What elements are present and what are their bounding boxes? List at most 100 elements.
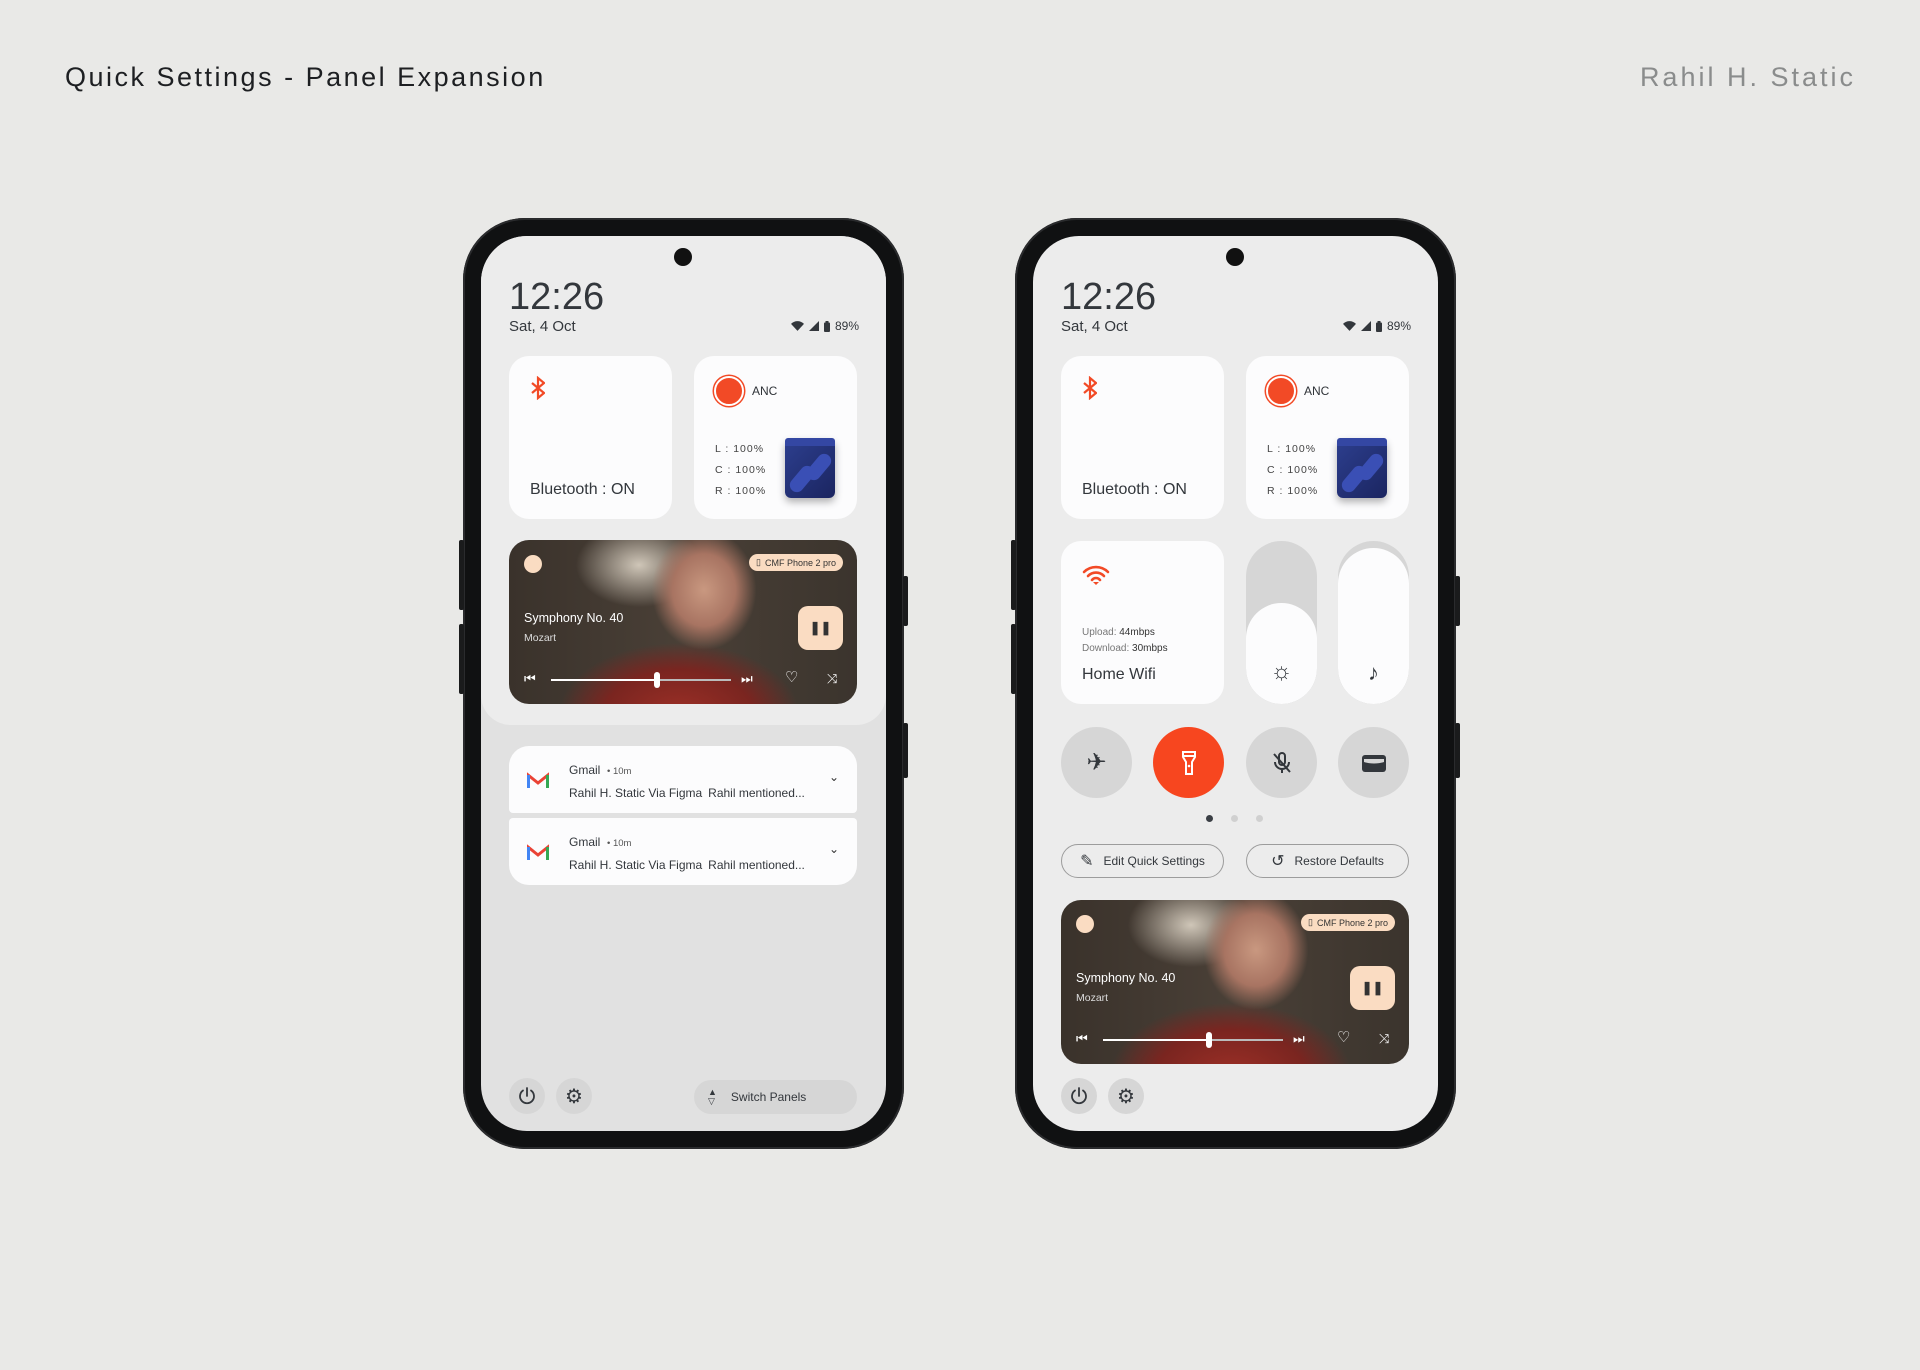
bluetooth-tile[interactable]: Bluetooth : ON [1061,356,1224,519]
battery-icon [823,320,830,332]
ear-icon [714,376,744,406]
signal-icon [1360,321,1371,331]
page-indicator[interactable] [1231,815,1238,822]
author-name: Rahil H. Static [1639,62,1856,92]
edit-quick-settings-button[interactable]: ✎ Edit Quick Settings [1061,844,1224,878]
wifi-name: Home Wifi [1082,666,1156,683]
ear-icon [1266,376,1296,406]
status-bar: 89% [790,319,859,333]
settings-button[interactable]: ⚙ [1108,1078,1144,1114]
heart-icon[interactable]: ♡ [785,668,798,686]
camera-cutout [674,248,692,266]
shuffle-icon[interactable]: ⤨ [827,671,837,687]
battery-left: L : 100% [1267,443,1317,455]
gear-icon: ⚙ [565,1085,583,1108]
bluetooth-label: Bluetooth : ON [1082,481,1187,498]
pause-button[interactable]: ❚❚ [1350,966,1395,1010]
camera-cutout [1226,248,1244,266]
wifi-tile[interactable]: Upload: 44mbps Download: 30mbps Home Wif… [1061,541,1224,704]
side-button [1011,624,1016,694]
previous-button[interactable]: ⏮ [524,671,536,687]
power-button[interactable] [509,1078,545,1114]
phone-quick-settings-expanded: 12:26 Sat, 4 Oct 89% Bluetooth : ON ANC … [1011,218,1460,1149]
airplane-icon: ✈ [1086,749,1107,776]
notification-time: 10m [612,766,632,777]
previous-button[interactable]: ⏮ [1076,1031,1088,1047]
phone-notification-panel: 12:26 Sat, 4 Oct 89% Bluetooth : ON ANC … [459,218,908,1149]
download-label: Download: [1082,643,1130,654]
bluetooth-tile[interactable]: Bluetooth : ON [509,356,672,519]
page-indicator-active[interactable] [1206,815,1213,822]
app-indicator [524,555,542,573]
download-speed: 30mbps [1132,643,1168,654]
anc-tile[interactable]: ANC L : 100% C : 100% R : 100% [694,356,857,519]
gmail-icon [527,844,549,860]
upload-speed: 44mbps [1119,627,1155,638]
device-name: CMF Phone 2 pro [1316,917,1388,928]
pause-button[interactable]: ❚❚ [798,606,843,650]
shuffle-icon[interactable]: ⤨ [1379,1031,1389,1047]
flashlight-toggle[interactable] [1153,727,1224,798]
notification-app: Gmail [569,835,601,849]
settings-button[interactable]: ⚙ [556,1078,592,1114]
output-device-chip[interactable]: ▯ CMF Phone 2 pro [749,554,843,571]
restore-label: Restore Defaults [1294,854,1384,868]
airplane-mode-toggle[interactable]: ✈ [1061,727,1132,798]
seek-bar[interactable] [551,672,731,688]
restore-defaults-button[interactable]: ↺ Restore Defaults [1246,844,1409,878]
expand-chevron-icon[interactable]: ⌄ [829,842,839,856]
output-device-chip[interactable]: ▯ CMF Phone 2 pro [1301,914,1395,931]
upload-label: Upload: [1082,627,1117,638]
wifi-icon [1082,565,1110,585]
screen: 12:26 Sat, 4 Oct 89% Bluetooth : ON ANC … [1033,236,1438,1131]
anc-label: ANC [1304,384,1330,398]
switch-panels-button[interactable]: ▲ ▽ Switch Panels [694,1080,857,1114]
track-title: Symphony No. 40 [1076,971,1176,985]
music-note-icon: ♪ [1368,660,1379,685]
bluetooth-icon [531,376,545,400]
power-icon [519,1087,535,1105]
battery-percent: 89% [834,319,859,333]
notification-time: 10m [612,838,632,849]
brightness-slider[interactable]: ☼ [1246,541,1317,704]
anc-tile[interactable]: ANC L : 100% C : 100% R : 100% [1246,356,1409,519]
device-name: CMF Phone 2 pro [764,557,836,568]
side-button [1455,723,1460,778]
side-button [459,624,464,694]
brightness-icon: ☼ [1270,658,1293,685]
side-button [1011,540,1016,610]
notification-app: Gmail [569,763,601,777]
next-button[interactable]: ⏭ [1293,1031,1305,1047]
phone-icon: ▯ [756,557,761,567]
battery-right: R : 100% [1267,485,1319,497]
expand-chevron-icon[interactable]: ⌄ [829,770,839,784]
screen: 12:26 Sat, 4 Oct 89% Bluetooth : ON ANC … [481,236,886,1131]
page-title: Quick Settings - Panel Expansion [65,62,546,92]
microphone-toggle[interactable] [1246,727,1317,798]
clock: 12:26 [509,276,605,318]
notification-item[interactable]: Gmail • 10m Rahil H. Static Via Figma Rah… [509,818,857,885]
switch-panels-label: Switch Panels [730,1090,807,1104]
notification-preview: Rahil mentioned... [708,858,805,872]
media-player: ▯ CMF Phone 2 pro Symphony No. 40 Mozart … [1061,900,1409,1064]
wallet-toggle[interactable] [1338,727,1409,798]
battery-case: C : 100% [715,464,767,476]
volume-slider[interactable]: ♪ [1338,541,1409,704]
phone-icon: ▯ [1308,917,1313,927]
pause-icon: ❚❚ [1361,980,1384,995]
side-button [1455,576,1460,626]
notification-preview: Rahil mentioned... [708,786,805,800]
seek-bar[interactable] [1103,1032,1283,1048]
anc-label: ANC [752,384,778,398]
next-button[interactable]: ⏭ [741,671,753,687]
power-button[interactable] [1061,1078,1097,1114]
page-indicator[interactable] [1256,815,1263,822]
side-button [903,576,908,626]
edit-label: Edit Quick Settings [1103,854,1205,868]
media-player: ▯ CMF Phone 2 pro Symphony No. 40 Mozart … [509,540,857,704]
switch-arrows-icon: ▲ ▽ [708,1087,717,1106]
notification-item[interactable]: Gmail • 10m Rahil H. Static Via Figma Rah… [509,746,857,813]
battery-right: R : 100% [715,485,767,497]
heart-icon[interactable]: ♡ [1337,1028,1350,1046]
earbuds-case-image [785,438,835,498]
